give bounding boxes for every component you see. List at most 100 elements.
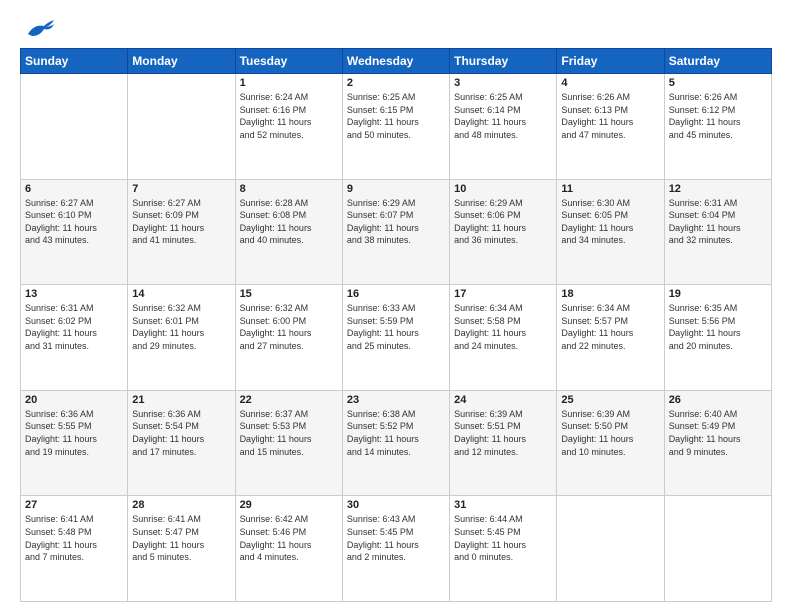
calendar-day-header: Tuesday — [235, 49, 342, 74]
calendar-day-cell: 31Sunrise: 6:44 AM Sunset: 5:45 PM Dayli… — [450, 496, 557, 602]
calendar-day-header: Monday — [128, 49, 235, 74]
calendar-header-row: SundayMondayTuesdayWednesdayThursdayFrid… — [21, 49, 772, 74]
day-info: Sunrise: 6:27 AM Sunset: 6:09 PM Dayligh… — [132, 197, 230, 247]
calendar-day-cell: 4 Sunrise: 6:26 AM Sunset: 6:13 PM Daylig… — [557, 74, 664, 180]
day-info: Sunrise: 6:28 AM Sunset: 6:08 PM Dayligh… — [240, 197, 338, 247]
calendar-day-cell: 7 Sunrise: 6:27 AM Sunset: 6:09 PM Daylig… — [128, 179, 235, 285]
day-info: Sunrise: 6:32 AM Sunset: 6:00 PM Dayligh… — [240, 302, 338, 352]
day-number: 25 — [561, 394, 659, 406]
day-info: Sunrise: 6:33 AM Sunset: 5:59 PM Dayligh… — [347, 302, 445, 352]
day-number: 16 — [347, 288, 445, 300]
calendar-day-cell: 20 Sunrise: 6:36 AM Sunset: 5:55 PM Dayli… — [21, 390, 128, 496]
day-info: Sunrise: 6:39 AM Sunset: 5:50 PM Dayligh… — [561, 408, 659, 458]
day-info: Sunrise: 6:41 AM Sunset: 5:48 PM Dayligh… — [25, 513, 123, 563]
calendar-week-row: 1 Sunrise: 6:24 AM Sunset: 6:16 PM Daylig… — [21, 74, 772, 180]
header — [20, 16, 772, 38]
calendar-day-cell: 22 Sunrise: 6:37 AM Sunset: 5:53 PM Dayli… — [235, 390, 342, 496]
calendar-day-cell: 25 Sunrise: 6:39 AM Sunset: 5:50 PM Dayli… — [557, 390, 664, 496]
day-number: 5 — [669, 77, 767, 89]
day-number: 18 — [561, 288, 659, 300]
day-info: Sunrise: 6:35 AM Sunset: 5:56 PM Dayligh… — [669, 302, 767, 352]
calendar-day-cell: 8 Sunrise: 6:28 AM Sunset: 6:08 PM Daylig… — [235, 179, 342, 285]
day-number: 3 — [454, 77, 552, 89]
calendar-day-cell — [557, 496, 664, 602]
calendar-day-cell: 18 Sunrise: 6:34 AM Sunset: 5:57 PM Dayli… — [557, 285, 664, 391]
day-number: 17 — [454, 288, 552, 300]
day-number: 9 — [347, 183, 445, 195]
day-number: 2 — [347, 77, 445, 89]
day-info: Sunrise: 6:25 AM Sunset: 6:15 PM Dayligh… — [347, 91, 445, 141]
day-number: 14 — [132, 288, 230, 300]
day-number: 4 — [561, 77, 659, 89]
calendar-day-cell: 16 Sunrise: 6:33 AM Sunset: 5:59 PM Dayli… — [342, 285, 449, 391]
calendar-day-cell: 5 Sunrise: 6:26 AM Sunset: 6:12 PM Daylig… — [664, 74, 771, 180]
day-info: Sunrise: 6:37 AM Sunset: 5:53 PM Dayligh… — [240, 408, 338, 458]
day-info: Sunrise: 6:25 AM Sunset: 6:14 PM Dayligh… — [454, 91, 552, 141]
day-info: Sunrise: 6:36 AM Sunset: 5:55 PM Dayligh… — [25, 408, 123, 458]
logo — [20, 16, 56, 38]
calendar-day-header: Friday — [557, 49, 664, 74]
day-number: 22 — [240, 394, 338, 406]
calendar-day-cell: 30 Sunrise: 6:43 AM Sunset: 5:45 PM Dayli… — [342, 496, 449, 602]
calendar-day-cell: 29 Sunrise: 6:42 AM Sunset: 5:46 PM Dayli… — [235, 496, 342, 602]
calendar-day-cell: 28 Sunrise: 6:41 AM Sunset: 5:47 PM Dayli… — [128, 496, 235, 602]
calendar-day-cell: 9 Sunrise: 6:29 AM Sunset: 6:07 PM Daylig… — [342, 179, 449, 285]
calendar-day-cell: 26 Sunrise: 6:40 AM Sunset: 5:49 PM Dayli… — [664, 390, 771, 496]
day-number: 24 — [454, 394, 552, 406]
calendar-table: SundayMondayTuesdayWednesdayThursdayFrid… — [20, 48, 772, 602]
calendar-day-cell: 17 Sunrise: 6:34 AM Sunset: 5:58 PM Dayli… — [450, 285, 557, 391]
calendar-week-row: 27 Sunrise: 6:41 AM Sunset: 5:48 PM Dayli… — [21, 496, 772, 602]
day-number: 27 — [25, 499, 123, 511]
day-info: Sunrise: 6:31 AM Sunset: 6:04 PM Dayligh… — [669, 197, 767, 247]
calendar-day-cell: 19 Sunrise: 6:35 AM Sunset: 5:56 PM Dayli… — [664, 285, 771, 391]
day-info: Sunrise: 6:41 AM Sunset: 5:47 PM Dayligh… — [132, 513, 230, 563]
day-number: 30 — [347, 499, 445, 511]
calendar-day-cell: 14 Sunrise: 6:32 AM Sunset: 6:01 PM Dayli… — [128, 285, 235, 391]
day-number: 12 — [669, 183, 767, 195]
day-info: Sunrise: 6:24 AM Sunset: 6:16 PM Dayligh… — [240, 91, 338, 141]
day-info: Sunrise: 6:39 AM Sunset: 5:51 PM Dayligh… — [454, 408, 552, 458]
day-number: 8 — [240, 183, 338, 195]
calendar-day-cell: 27 Sunrise: 6:41 AM Sunset: 5:48 PM Dayli… — [21, 496, 128, 602]
day-number: 10 — [454, 183, 552, 195]
calendar-day-header: Wednesday — [342, 49, 449, 74]
day-number: 7 — [132, 183, 230, 195]
calendar-day-header: Sunday — [21, 49, 128, 74]
day-info: Sunrise: 6:43 AM Sunset: 5:45 PM Dayligh… — [347, 513, 445, 563]
day-info: Sunrise: 6:34 AM Sunset: 5:58 PM Dayligh… — [454, 302, 552, 352]
day-info: Sunrise: 6:42 AM Sunset: 5:46 PM Dayligh… — [240, 513, 338, 563]
day-number: 31 — [454, 499, 552, 511]
calendar-day-cell — [21, 74, 128, 180]
calendar-day-header: Thursday — [450, 49, 557, 74]
calendar-week-row: 6Sunrise: 6:27 AM Sunset: 6:10 PM Daylig… — [21, 179, 772, 285]
day-number: 28 — [132, 499, 230, 511]
calendar-day-cell: 10 Sunrise: 6:29 AM Sunset: 6:06 PM Dayli… — [450, 179, 557, 285]
day-number: 20 — [25, 394, 123, 406]
day-number: 29 — [240, 499, 338, 511]
calendar-week-row: 20 Sunrise: 6:36 AM Sunset: 5:55 PM Dayli… — [21, 390, 772, 496]
calendar-day-cell: 6Sunrise: 6:27 AM Sunset: 6:10 PM Daylig… — [21, 179, 128, 285]
day-info: Sunrise: 6:26 AM Sunset: 6:12 PM Dayligh… — [669, 91, 767, 141]
day-number: 1 — [240, 77, 338, 89]
calendar-day-cell: 12 Sunrise: 6:31 AM Sunset: 6:04 PM Dayli… — [664, 179, 771, 285]
day-info: Sunrise: 6:27 AM Sunset: 6:10 PM Dayligh… — [25, 197, 123, 247]
day-info: Sunrise: 6:26 AM Sunset: 6:13 PM Dayligh… — [561, 91, 659, 141]
calendar-day-cell: 13 Sunrise: 6:31 AM Sunset: 6:02 PM Dayli… — [21, 285, 128, 391]
day-info: Sunrise: 6:29 AM Sunset: 6:07 PM Dayligh… — [347, 197, 445, 247]
day-info: Sunrise: 6:32 AM Sunset: 6:01 PM Dayligh… — [132, 302, 230, 352]
calendar-day-cell: 3 Sunrise: 6:25 AM Sunset: 6:14 PM Daylig… — [450, 74, 557, 180]
calendar-day-cell — [128, 74, 235, 180]
day-info: Sunrise: 6:30 AM Sunset: 6:05 PM Dayligh… — [561, 197, 659, 247]
day-info: Sunrise: 6:40 AM Sunset: 5:49 PM Dayligh… — [669, 408, 767, 458]
day-number: 13 — [25, 288, 123, 300]
day-info: Sunrise: 6:34 AM Sunset: 5:57 PM Dayligh… — [561, 302, 659, 352]
page: SundayMondayTuesdayWednesdayThursdayFrid… — [0, 0, 792, 612]
day-info: Sunrise: 6:31 AM Sunset: 6:02 PM Dayligh… — [25, 302, 123, 352]
calendar-day-cell: 23Sunrise: 6:38 AM Sunset: 5:52 PM Dayli… — [342, 390, 449, 496]
day-info: Sunrise: 6:36 AM Sunset: 5:54 PM Dayligh… — [132, 408, 230, 458]
day-info: Sunrise: 6:29 AM Sunset: 6:06 PM Dayligh… — [454, 197, 552, 247]
day-number: 19 — [669, 288, 767, 300]
calendar-day-cell: 11Sunrise: 6:30 AM Sunset: 6:05 PM Dayli… — [557, 179, 664, 285]
calendar-week-row: 13 Sunrise: 6:31 AM Sunset: 6:02 PM Dayli… — [21, 285, 772, 391]
day-number: 26 — [669, 394, 767, 406]
